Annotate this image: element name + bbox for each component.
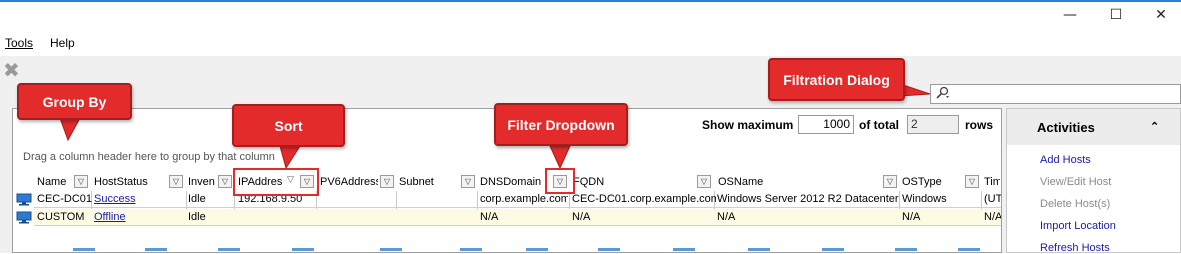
callout-sort: Sort xyxy=(232,104,345,147)
callout-group-by: Group By xyxy=(17,83,132,120)
callout-filtration-dialog: Filtration Dialog xyxy=(768,58,905,101)
callout-filter-dropdown: Filter Dropdown xyxy=(494,103,628,146)
